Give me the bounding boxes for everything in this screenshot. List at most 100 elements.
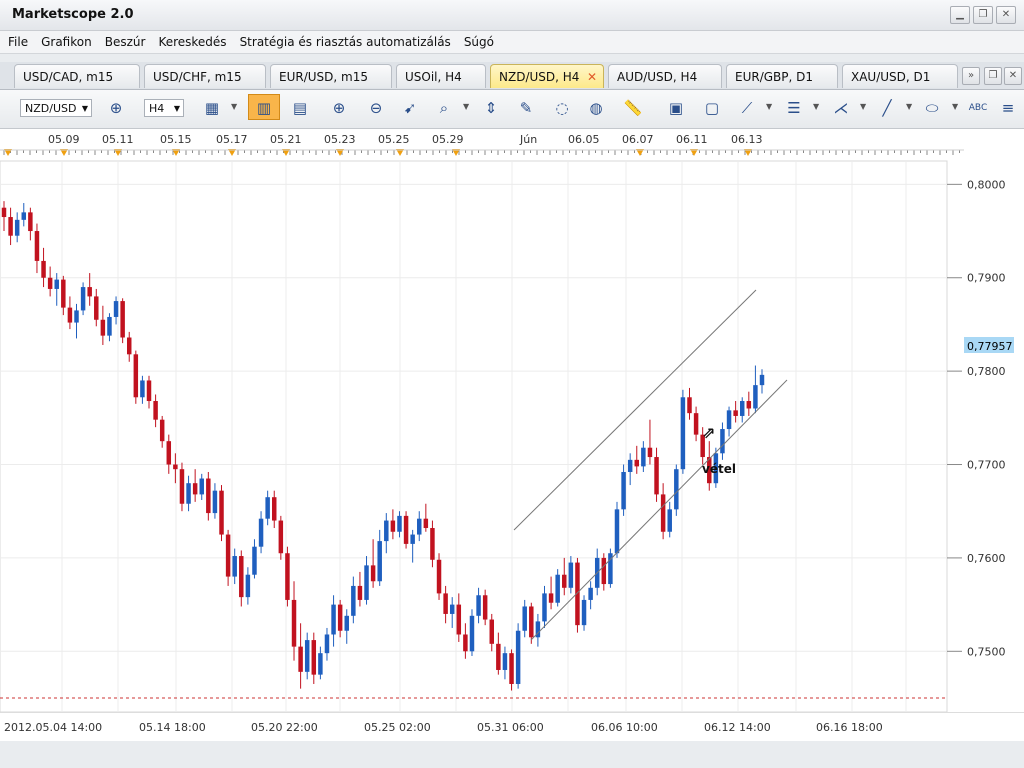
candle-body — [469, 615, 475, 652]
price-axis: 0,80000,79000,78000,77000,76000,75000,74… — [947, 178, 1006, 752]
chevron-down-icon[interactable]: ▼ — [952, 102, 958, 111]
candle-body — [28, 212, 33, 232]
candle-body — [542, 593, 547, 622]
chevron-down-icon[interactable]: ▼ — [860, 102, 866, 111]
menu-file[interactable]: File — [8, 35, 28, 49]
cursor-icon[interactable]: ➹ — [398, 97, 422, 119]
window-icon[interactable]: ▢ — [700, 97, 724, 119]
abc-text-icon[interactable]: ABC — [966, 97, 990, 119]
menu-trading[interactable]: Kereskedés — [158, 35, 226, 49]
candle-body — [146, 380, 152, 402]
candle-body — [54, 279, 59, 289]
date-strip-svg: 05.09 05.11 05.15 05.17 05.21 05.23 05.25 05.29… — [0, 133, 964, 156]
candle-body — [377, 541, 382, 582]
bar-mode-icon[interactable]: ▤ — [288, 97, 312, 119]
price-chart[interactable]: 0,80000,79000,78000,77000,76000,75000,74… — [0, 159, 1024, 752]
candle-body — [423, 518, 429, 529]
tab-usoil[interactable]: USOil, H4 — [396, 64, 486, 88]
candle-body — [614, 509, 620, 554]
tab-label: USOil, H4 — [405, 70, 462, 84]
tab-nzd-usd[interactable]: NZD/USD, H4 ✕ — [490, 64, 604, 88]
candle-body — [74, 310, 79, 323]
candle-body — [463, 634, 468, 652]
candle-body — [509, 653, 514, 684]
candle-body — [272, 497, 277, 521]
chevron-down-icon[interactable]: ▼ — [766, 102, 772, 111]
candle-body — [568, 562, 574, 588]
tabs-overflow-icon[interactable]: » — [962, 67, 980, 85]
ellipse-icon[interactable]: ⬭ — [920, 97, 944, 119]
chevron-down-icon[interactable]: ▼ — [231, 102, 237, 111]
chevron-down-icon: ▼ — [81, 104, 88, 113]
candle-body — [126, 337, 132, 355]
timeframe-select[interactable]: H4 ▼ — [144, 99, 184, 117]
hide-icon[interactable]: ◌ — [550, 97, 574, 119]
candle-body — [199, 478, 204, 495]
tab-usd-cad[interactable]: USD/CAD, m15 — [14, 64, 140, 88]
ruler-icon[interactable]: 📏 — [621, 97, 645, 119]
candle-body — [522, 606, 527, 631]
close-icon[interactable]: ✕ — [996, 6, 1016, 24]
close-tab-icon[interactable]: ✕ — [587, 65, 597, 88]
top-date-label: 05.11 — [102, 133, 134, 146]
trend-tool-icon[interactable]: ⋌ — [829, 97, 853, 119]
chart-type-icon[interactable]: ▦ — [200, 97, 224, 119]
toolbar-menu-icon[interactable]: ≡ — [1000, 97, 1016, 119]
candle-body — [153, 401, 158, 420]
tab-label: USD/CAD, m15 — [23, 70, 114, 84]
zoom-out-icon[interactable]: ⊖ — [364, 97, 388, 119]
candle-body — [285, 553, 290, 600]
top-date-label: 05.25 — [378, 133, 410, 146]
restore-chart-icon[interactable]: ❐ — [984, 67, 1002, 85]
candle-body — [113, 301, 119, 317]
annotation-text: vétel — [702, 462, 736, 476]
close-chart-icon[interactable]: ✕ — [1004, 67, 1022, 85]
top-date-label: Jún — [519, 133, 537, 146]
annotation-icon[interactable]: ✎ — [514, 97, 538, 119]
candle-body — [588, 587, 593, 600]
candle-mode-icon[interactable]: ▥ — [248, 94, 280, 120]
restore-icon[interactable]: ❐ — [973, 6, 993, 24]
tab-label: EUR/USD, m15 — [279, 70, 368, 84]
chevron-down-icon[interactable]: ▼ — [906, 102, 912, 111]
chevron-down-icon[interactable]: ▼ — [463, 102, 469, 111]
candle-body — [403, 515, 409, 544]
candle-body — [634, 459, 640, 467]
tab-xau-usd[interactable]: XAU/USD, D1 — [842, 64, 958, 88]
tab-eur-usd[interactable]: EUR/USD, m15 — [270, 64, 392, 88]
chart-area[interactable]: 0,80000,79000,78000,77000,76000,75000,74… — [0, 159, 1024, 752]
top-date-label: 06.13 — [731, 133, 763, 146]
tab-usd-chf[interactable]: USD/CHF, m15 — [144, 64, 266, 88]
menu-strategy[interactable]: Stratégia és riasztás automatizálás — [240, 35, 451, 49]
candle-body — [687, 397, 692, 414]
minimize-icon[interactable]: ▁ — [950, 6, 970, 24]
candle-body — [443, 593, 448, 614]
tab-label: EUR/GBP, D1 — [735, 70, 814, 84]
candle-body — [133, 354, 139, 398]
price-tick-label: 0,7900 — [967, 272, 1006, 285]
candle-body — [733, 410, 738, 416]
indicators-icon[interactable]: ⊕ — [104, 97, 128, 119]
price-tick-label: 0,8000 — [967, 178, 1006, 191]
instrument-select[interactable]: NZD/USD ▼ — [20, 99, 92, 117]
candle-body — [1, 207, 7, 218]
tab-eur-gbp[interactable]: EUR/GBP, D1 — [726, 64, 838, 88]
lines-icon[interactable]: ☰ — [782, 97, 806, 119]
globe-icon[interactable]: ◍ — [584, 97, 608, 119]
zoom-in-icon[interactable]: ⊕ — [327, 97, 351, 119]
zoom-area-icon[interactable]: ⌕ — [432, 97, 456, 119]
tab-aud-usd[interactable]: AUD/USD, H4 — [608, 64, 722, 88]
picture-icon[interactable]: ▣ — [664, 97, 688, 119]
candle-body — [67, 307, 73, 323]
candle-body — [265, 497, 270, 519]
fibonacci-icon[interactable]: ⟋ — [735, 97, 759, 119]
menu-insert[interactable]: Beszúr — [105, 35, 146, 49]
menu-help[interactable]: Súgó — [464, 35, 494, 49]
bottom-date-label: 06.06 10:00 — [591, 721, 658, 734]
candle-body — [140, 380, 145, 398]
menu-chart[interactable]: Grafikon — [41, 35, 92, 49]
level-icon[interactable]: ⇕ — [479, 97, 503, 119]
pen-icon[interactable]: ╱ — [875, 97, 899, 119]
tab-label: USD/CHF, m15 — [153, 70, 242, 84]
chevron-down-icon[interactable]: ▼ — [813, 102, 819, 111]
